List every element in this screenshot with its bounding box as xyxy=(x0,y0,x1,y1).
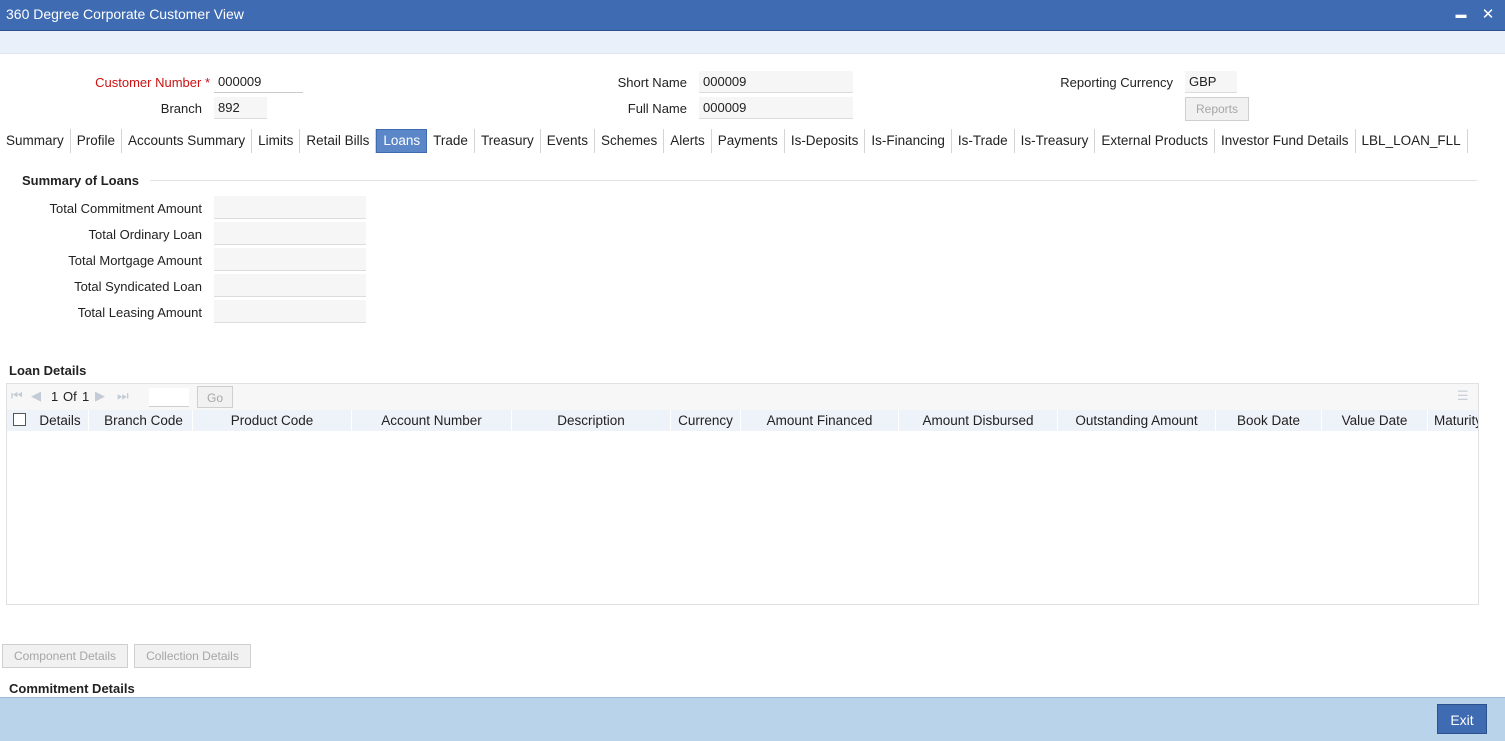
column-header-branch-code[interactable]: Branch Code xyxy=(95,410,193,431)
tab-external-products[interactable]: External Products xyxy=(1095,129,1215,153)
column-header-amount-financed[interactable]: Amount Financed xyxy=(741,410,899,431)
short-name-label: Short Name xyxy=(617,75,687,90)
summary-field-value[interactable] xyxy=(214,196,366,219)
column-settings-icon[interactable]: ☰ xyxy=(1457,388,1469,404)
reports-button[interactable]: Reports xyxy=(1185,97,1249,121)
toolbar-strip xyxy=(0,31,1505,54)
tab-lbl-loan-fll[interactable]: LBL_LOAN_FLL xyxy=(1356,129,1468,153)
column-header-maturity[interactable]: Maturity xyxy=(1428,410,1478,431)
loan-details-title: Loan Details xyxy=(9,363,87,378)
select-all-checkbox[interactable] xyxy=(13,413,26,426)
full-name-field[interactable]: 000009 xyxy=(699,97,853,119)
page-total: 1 xyxy=(82,389,90,404)
column-header-amount-disbursed[interactable]: Amount Disbursed xyxy=(899,410,1058,431)
page-number-input[interactable] xyxy=(149,388,189,407)
collection-details-button[interactable]: Collection Details xyxy=(134,644,251,668)
reporting-currency-field[interactable]: GBP xyxy=(1185,71,1237,93)
tab-summary[interactable]: Summary xyxy=(0,129,71,153)
tab-investor-fund-details[interactable]: Investor Fund Details xyxy=(1215,129,1356,153)
summary-field-label: Total Mortgage Amount xyxy=(68,253,202,268)
page-current: 1 xyxy=(51,389,59,404)
column-header-book-date[interactable]: Book Date xyxy=(1216,410,1322,431)
branch-label: Branch xyxy=(160,101,202,116)
short-name-field[interactable]: 000009 xyxy=(699,71,853,93)
title-bar: 360 Degree Corporate Customer View ▬ ✕ xyxy=(0,0,1505,31)
column-header-details[interactable]: Details xyxy=(32,410,89,431)
column-header-outstanding-amount[interactable]: Outstanding Amount xyxy=(1058,410,1216,431)
summary-field-label: Total Commitment Amount xyxy=(49,201,202,216)
close-icon[interactable]: ✕ xyxy=(1478,5,1498,25)
summary-field-value[interactable] xyxy=(214,274,366,297)
tab-is-treasury[interactable]: Is-Treasury xyxy=(1015,129,1096,153)
full-name-label: Full Name xyxy=(627,101,687,116)
tab-accounts-summary[interactable]: Accounts Summary xyxy=(122,129,253,153)
next-page-icon[interactable]: ▶ xyxy=(95,388,105,404)
tab-schemes[interactable]: Schemes xyxy=(595,129,665,153)
tab-retail-bills[interactable]: Retail Bills xyxy=(300,129,377,153)
column-header-description[interactable]: Description xyxy=(512,410,671,431)
column-header-value-date[interactable]: Value Date xyxy=(1322,410,1428,431)
tab-treasury[interactable]: Treasury xyxy=(475,129,541,153)
loan-details-grid: ⏮ ◀ 1 Of 1 ▶ ⏭ Go ☰ Details Branch Code Pr… xyxy=(6,383,1479,605)
tab-loans[interactable]: Loans xyxy=(376,129,428,153)
tab-is-deposits[interactable]: Is-Deposits xyxy=(785,129,866,153)
first-page-icon[interactable]: ⏮ xyxy=(11,388,23,404)
customer-number-label: Customer Number * xyxy=(95,75,210,90)
go-button[interactable]: Go xyxy=(197,386,233,408)
reporting-currency-label: Reporting Currency xyxy=(1060,75,1173,90)
column-header-account-number[interactable]: Account Number xyxy=(352,410,512,431)
summary-field-label: Total Leasing Amount xyxy=(77,305,202,320)
tab-trade[interactable]: Trade xyxy=(427,129,475,153)
component-details-button[interactable]: Component Details xyxy=(2,644,128,668)
footer-bar: Exit xyxy=(0,697,1505,741)
tab-events[interactable]: Events xyxy=(541,129,595,153)
last-page-icon[interactable]: ⏭ xyxy=(117,388,129,404)
summary-field-value[interactable] xyxy=(214,222,366,245)
tab-bar: Summary Profile Accounts Summary Limits Reta… xyxy=(0,129,1468,154)
tab-profile[interactable]: Profile xyxy=(71,129,123,153)
previous-page-icon[interactable]: ◀ xyxy=(31,388,41,404)
column-header-currency[interactable]: Currency xyxy=(671,410,741,431)
summary-field-label: Total Syndicated Loan xyxy=(74,279,202,294)
tab-is-trade[interactable]: Is-Trade xyxy=(952,129,1015,153)
tab-alerts[interactable]: Alerts xyxy=(664,129,712,153)
minimize-icon[interactable]: ▬ xyxy=(1451,5,1471,25)
commitment-details-title: Commitment Details xyxy=(9,681,135,696)
summary-field-label: Total Ordinary Loan xyxy=(88,227,202,242)
tab-payments[interactable]: Payments xyxy=(712,129,785,153)
summary-of-loans-title: Summary of Loans xyxy=(22,173,140,188)
pager: ⏮ ◀ 1 Of 1 ▶ ⏭ Go ☰ xyxy=(7,384,1478,410)
grid-header: Details Branch Code Product Code Account Nu… xyxy=(7,410,1478,431)
tab-limits[interactable]: Limits xyxy=(252,129,301,153)
page-of-label: Of xyxy=(63,389,77,404)
summary-field-value[interactable] xyxy=(214,248,366,271)
section-divider xyxy=(150,180,1477,181)
summary-field-value[interactable] xyxy=(214,300,366,323)
customer-number-field[interactable]: 000009 xyxy=(214,71,303,93)
window-title: 360 Degree Corporate Customer View xyxy=(6,6,244,22)
tab-is-financing[interactable]: Is-Financing xyxy=(865,129,952,153)
branch-field[interactable]: 892 xyxy=(214,97,267,119)
column-header-product-code[interactable]: Product Code xyxy=(193,410,352,431)
exit-button[interactable]: Exit xyxy=(1437,704,1487,734)
